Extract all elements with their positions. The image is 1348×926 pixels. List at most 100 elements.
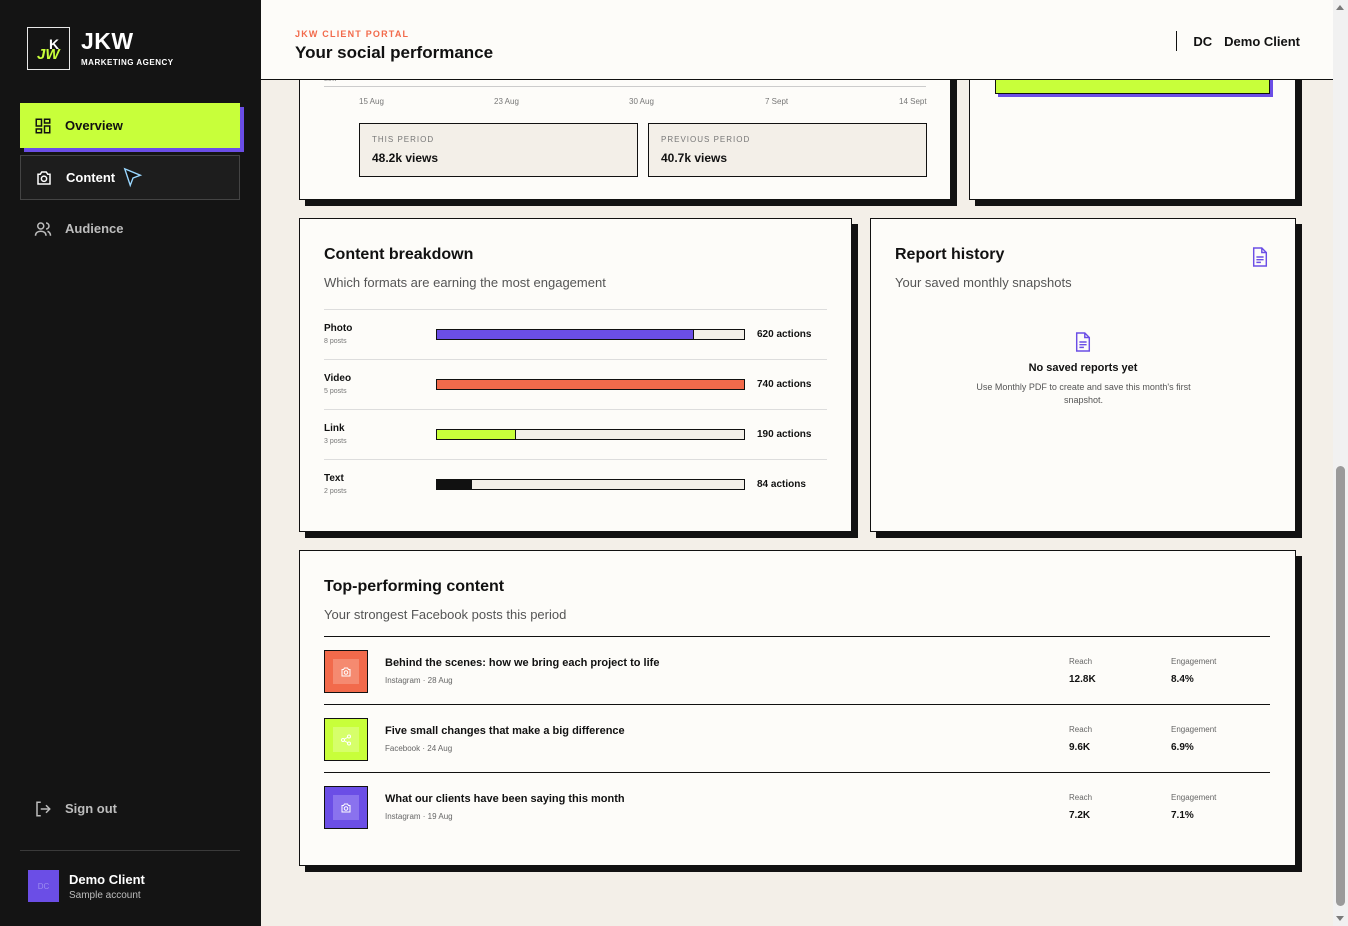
card-subtitle: Which formats are earning the most engag… [324, 275, 606, 290]
users-icon [34, 221, 52, 236]
document-icon[interactable] [1251, 247, 1269, 267]
card-subtitle: Your saved monthly snapshots [895, 275, 1072, 290]
header-user-name: Demo Client [1224, 33, 1300, 49]
action-count: 84 actions [757, 479, 806, 490]
sidebar-item-audience[interactable]: Audience [20, 206, 240, 251]
breakdown-row: Text 2 posts 84 actions [324, 459, 827, 509]
breakdown-row: Video 5 posts 740 actions [324, 359, 827, 409]
report-history-card: Report history Your saved monthly snapsh… [870, 218, 1296, 532]
share-icon [341, 734, 351, 745]
reach-value: 9.6K [1069, 742, 1091, 753]
content-row[interactable]: Five small changes that make a big diffe… [324, 704, 1270, 772]
post-title[interactable]: Behind the scenes: how we bring each pro… [385, 657, 659, 669]
grid-icon [35, 118, 51, 133]
x-tick-label: 23 Aug [494, 97, 519, 106]
card-title: Top-performing content [324, 578, 505, 595]
engagement-label: Engagement [1171, 725, 1217, 734]
format-name: Link [324, 423, 345, 434]
page-title: Your social performance [295, 43, 494, 62]
post-thumbnail [324, 650, 368, 693]
user-subtitle: Sample account [69, 889, 141, 901]
sidebar: K JW JKW MARKETING AGENCY Overview Conte… [0, 0, 261, 926]
content-row[interactable]: What our clients have been saying this m… [324, 772, 1270, 840]
page-scrollbar[interactable] [1333, 0, 1348, 926]
top-content-card: Top-performing content Your strongest Fa… [299, 550, 1296, 866]
format-name: Photo [324, 323, 353, 334]
logo-mark: K JW [27, 27, 70, 70]
user-profile[interactable]: DC Demo Client Sample account [28, 870, 145, 902]
reach-value: 7.2K [1069, 810, 1091, 821]
engagement-bar-fill [437, 430, 516, 439]
post-thumbnail [324, 718, 368, 761]
post-title[interactable]: What our clients have been saying this m… [385, 793, 625, 805]
card-subtitle: Your strongest Facebook posts this perio… [324, 607, 567, 622]
brand-tagline: MARKETING AGENCY [81, 58, 174, 67]
brand-logo[interactable]: K JW JKW MARKETING AGENCY [27, 27, 174, 70]
x-tick-label: 14 Sept [899, 97, 927, 106]
scroll-up-arrow[interactable] [1336, 5, 1344, 10]
sidebar-item-label: Content [66, 170, 116, 185]
camera-icon [37, 170, 51, 185]
scroll-down-arrow[interactable] [1336, 916, 1344, 921]
reach-label: Reach [1069, 793, 1093, 802]
sidebar-item-label: Audience [65, 221, 124, 236]
content-breakdown-card: Content breakdown Which formats are earn… [299, 218, 852, 532]
page-header: JKW CLIENT PORTAL Your social performanc… [261, 0, 1333, 80]
sign-out-label: Sign out [65, 801, 117, 816]
content-row[interactable]: Behind the scenes: how we bring each pro… [324, 636, 1270, 704]
avatar: DC [28, 870, 59, 902]
post-meta: Instagram · 19 Aug [385, 812, 453, 821]
breakdown-row: Link 3 posts 190 actions [324, 409, 827, 459]
card-title: Report history [895, 246, 1005, 263]
engagement-value: 7.1% [1171, 810, 1194, 821]
sidebar-divider [20, 850, 240, 851]
camera-icon [341, 803, 351, 812]
post-count: 5 posts [324, 388, 347, 395]
engagement-bar-fill [437, 380, 744, 389]
header-user[interactable]: DC Demo Client [1176, 31, 1300, 51]
this-period-box: THIS PERIOD 48.2k views [359, 123, 638, 177]
engagement-bar [436, 379, 745, 390]
action-count: 740 actions [757, 379, 812, 390]
breakdown-row: Photo 8 posts 620 actions [324, 309, 827, 359]
sidebar-item-label: Overview [65, 118, 123, 133]
this-period-label: THIS PERIOD [372, 135, 435, 144]
post-meta: Facebook · 24 Aug [385, 744, 453, 753]
portal-eyebrow: JKW CLIENT PORTAL [295, 29, 410, 39]
side-summary-card [969, 70, 1296, 200]
logo-mark-jw: JW [37, 46, 60, 63]
header-divider [1176, 31, 1178, 51]
header-user-initials: DC [1193, 33, 1213, 49]
post-count: 2 posts [324, 488, 347, 495]
engagement-bar-fill [437, 480, 472, 489]
format-name: Text [324, 473, 344, 484]
post-title[interactable]: Five small changes that make a big diffe… [385, 725, 625, 737]
empty-state-description: Use Monthly PDF to create and save this … [976, 382, 1191, 405]
this-period-value: 48.2k views [372, 151, 439, 165]
mouse-cursor-icon [123, 167, 143, 188]
x-tick-label: 30 Aug [629, 97, 654, 106]
user-name: Demo Client [69, 871, 145, 887]
sidebar-item-overview[interactable]: Overview [20, 103, 240, 148]
reach-label: Reach [1069, 657, 1093, 666]
format-name: Video [324, 373, 352, 384]
chart-baseline [324, 86, 926, 87]
views-chart-card: Low 15 Aug 23 Aug 30 Aug 7 Sept 14 Sept … [299, 70, 951, 200]
document-icon [1075, 332, 1091, 352]
reach-value: 12.8K [1069, 674, 1096, 685]
camera-icon [341, 667, 351, 676]
x-tick-label: 7 Sept [765, 97, 789, 106]
engagement-value: 6.9% [1171, 742, 1194, 753]
previous-period-box: PREVIOUS PERIOD 40.7k views [648, 123, 927, 177]
card-title: Content breakdown [324, 246, 474, 263]
engagement-bar [436, 329, 745, 340]
action-count: 190 actions [757, 429, 812, 440]
engagement-label: Engagement [1171, 657, 1217, 666]
post-thumbnail [324, 786, 368, 829]
scrollbar-thumb[interactable] [1336, 466, 1345, 906]
sign-out-button[interactable]: Sign out [20, 786, 117, 831]
brand-name: JKW [81, 28, 134, 54]
engagement-bar-fill [437, 330, 695, 339]
reach-label: Reach [1069, 725, 1093, 734]
post-meta: Instagram · 28 Aug [385, 676, 453, 685]
